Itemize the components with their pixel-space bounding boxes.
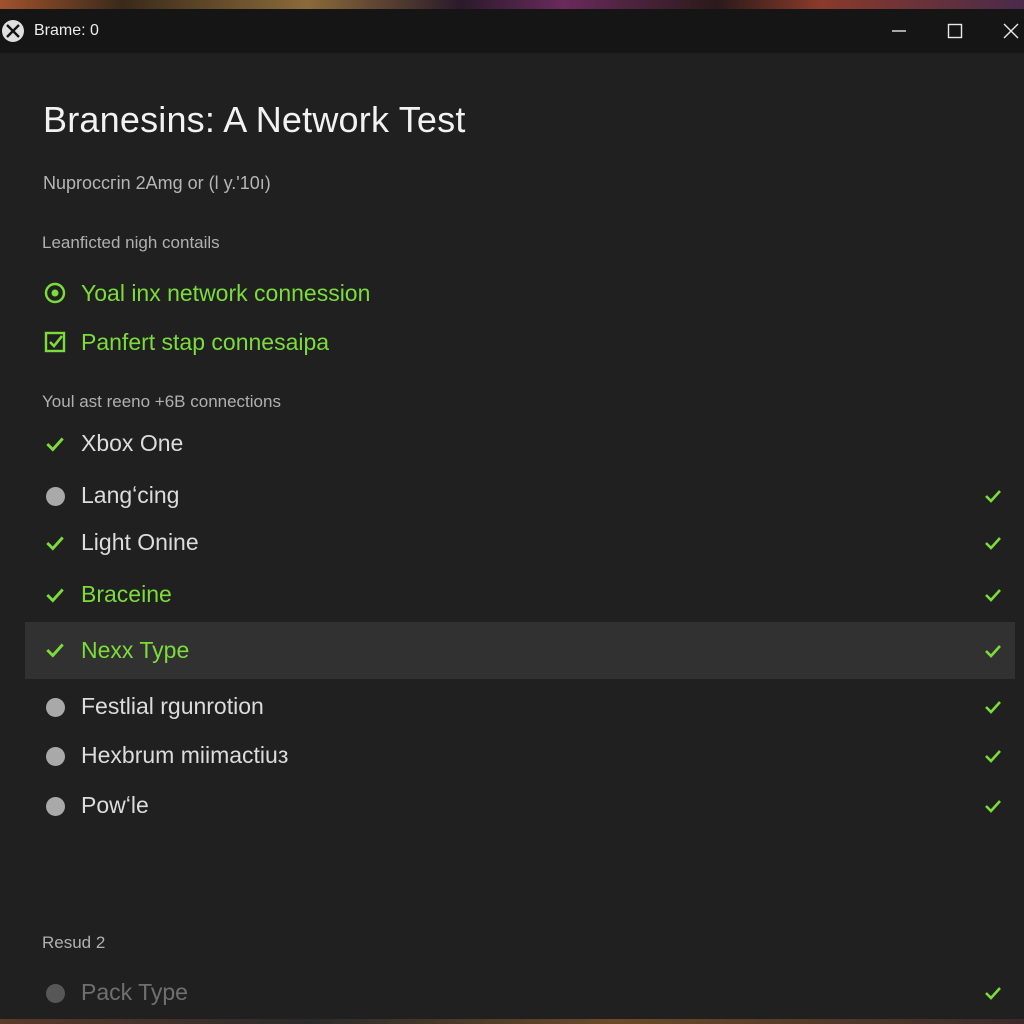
status-dot-icon <box>43 695 67 719</box>
check-icon <box>43 531 67 555</box>
window-title: Brame: 0 <box>34 22 99 39</box>
connection-row-label: Nexx Type <box>81 637 190 663</box>
result-row-pack-type[interactable]: Pack Type <box>25 969 1015 1017</box>
status-check-icon <box>985 750 1001 763</box>
status-item-network-connection: Yoal inx network connession <box>43 278 370 308</box>
check-icon <box>985 987 1001 1000</box>
status-check-icon <box>985 589 1001 602</box>
status-dot-icon <box>43 744 67 768</box>
maximize-button[interactable] <box>932 9 978 53</box>
status-check-icon <box>985 645 1001 658</box>
connection-row[interactable]: Light Onine <box>25 519 1015 567</box>
check-icon <box>43 638 67 662</box>
connection-row-label: Braceine <box>81 581 172 607</box>
close-button[interactable] <box>988 9 1024 53</box>
connection-row[interactable]: Langʻcing <box>25 472 1015 520</box>
connection-row-label: Xbox One <box>81 430 184 456</box>
window-titlebar[interactable]: Brame: 0 <box>0 9 1024 53</box>
minimize-icon <box>892 30 906 32</box>
connection-row-label: Langʻcing <box>81 482 180 508</box>
result-row-label: Pack Type <box>81 979 188 1005</box>
status-check-icon <box>985 800 1001 813</box>
check-icon <box>43 432 67 456</box>
page-title: Branesins: A Network Test <box>43 99 466 140</box>
minimize-button[interactable] <box>876 9 922 53</box>
connection-row-label: Hexbrum miimactiuз <box>81 742 289 768</box>
maximize-icon <box>947 23 963 39</box>
result-section-label: Resuԁ 2 <box>42 933 106 952</box>
status-check-icon <box>985 537 1001 550</box>
check-mark <box>46 536 64 551</box>
status-dot-icon <box>43 484 67 508</box>
check-icon <box>43 583 67 607</box>
background-strip-top <box>0 0 1024 9</box>
checked-box-icon <box>44 331 66 353</box>
status-dot-icon <box>43 794 67 818</box>
check-mark <box>46 643 64 658</box>
page-subtitle: Nuproccгin 2Amg or (l y.'10ı) <box>43 173 271 193</box>
status-dot-icon <box>43 981 67 1005</box>
status-check-icon <box>985 490 1001 503</box>
connections-section-label: Youl ast reeno +6B connections <box>42 392 281 411</box>
check-mark <box>46 437 64 452</box>
status-item-text: Panfert stap connesaipa <box>81 328 330 355</box>
connection-row[interactable]: Hexbrum miimactiuз <box>25 732 1015 780</box>
xbox-logo-icon <box>2 20 24 42</box>
connection-row[interactable]: Powʻle <box>25 782 1015 830</box>
connection-row-label: Light Onine <box>81 529 199 555</box>
connection-row-label: Powʻle <box>81 792 149 818</box>
close-icon <box>1003 23 1019 39</box>
check-mark <box>46 588 64 603</box>
window-body: Branesins: A Network Test Nuproccгin 2Am… <box>0 53 1024 1019</box>
connection-row[interactable]: Nexx Type <box>25 622 1015 679</box>
status-item-stap-connection: Panfert stap connesaipa <box>43 327 329 357</box>
background-strip-bottom <box>0 1019 1024 1024</box>
status-check-icon <box>985 701 1001 714</box>
connection-row[interactable]: Festlial rgunrotion <box>25 683 1015 731</box>
connection-row[interactable]: Braceine <box>25 571 1015 619</box>
target-circle-icon <box>44 282 66 304</box>
connection-row[interactable]: Xbox One <box>25 420 1015 468</box>
status-section-label: Leanficted nigh contails <box>42 233 220 252</box>
status-item-text: Yoal inx network connession <box>81 279 371 306</box>
connection-row-label: Festlial rgunrotion <box>81 693 264 719</box>
